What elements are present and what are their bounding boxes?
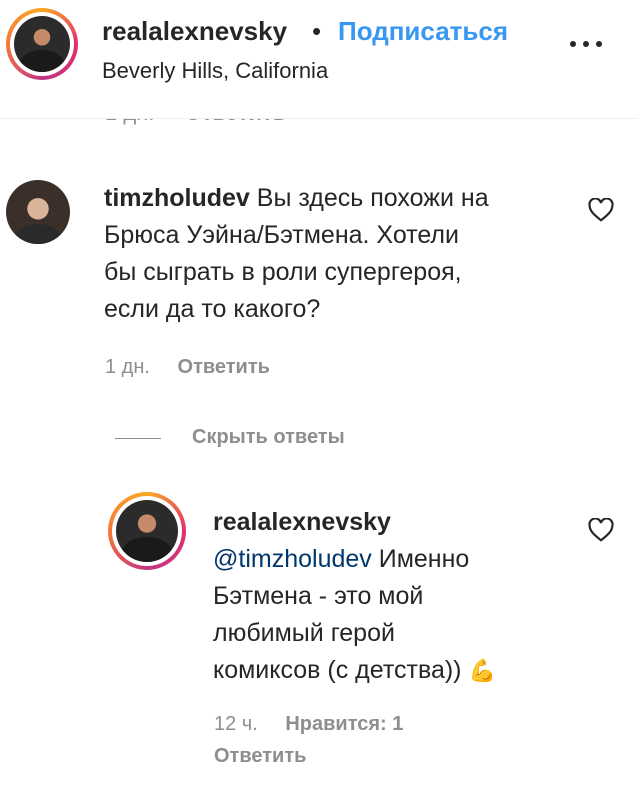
post-header: realalexnevsky • Подписаться Beverly Hil… bbox=[0, 0, 638, 119]
reply-meta: 12 ч. Нравится: 1 bbox=[214, 713, 403, 736]
reply-likes-count[interactable]: Нравится: 1 bbox=[285, 713, 403, 735]
like-comment-heart-icon[interactable] bbox=[588, 198, 614, 222]
reply-avatar[interactable] bbox=[108, 492, 186, 570]
comment-line-4: если да то какого? bbox=[104, 295, 321, 323]
comment-line-1: Вы здесь похожи на bbox=[256, 184, 489, 212]
reply-meta-second-row: Ответить bbox=[214, 745, 306, 768]
comment-line-2: Брюса Уэйна/Бэтмена. Хотели bbox=[104, 221, 459, 249]
reply-line-1-rest: Именно bbox=[371, 545, 470, 573]
reply-line-3: любимый герой bbox=[213, 619, 395, 647]
header-username[interactable]: realalexnevsky bbox=[102, 16, 287, 47]
hide-replies-button[interactable]: Скрыть ответы bbox=[192, 426, 345, 449]
reply-time: 12 ч. bbox=[214, 713, 258, 735]
hide-replies-line bbox=[115, 438, 161, 439]
follow-button[interactable]: Подписаться bbox=[338, 16, 508, 47]
reply-line-4: комиксов (с детства)) bbox=[213, 656, 462, 684]
reply-line-2: Бэтмена - это мой bbox=[213, 582, 424, 610]
header-location[interactable]: Beverly Hills, California bbox=[102, 58, 328, 84]
reply-text: realalexnevsky @timzholudev Именно Бэтме… bbox=[213, 504, 573, 689]
reply-mention-link[interactable]: @timzholudev bbox=[213, 545, 372, 573]
comment-username[interactable]: timzholudev bbox=[104, 184, 250, 212]
reply-reply-button[interactable]: Ответить bbox=[214, 745, 306, 767]
reply-username[interactable]: realalexnevsky bbox=[213, 508, 391, 536]
comment-line-3: бы сыграть в роли супергероя, bbox=[104, 258, 462, 286]
commenter-avatar[interactable] bbox=[6, 180, 70, 244]
more-options-icon[interactable] bbox=[568, 34, 604, 52]
header-avatar[interactable] bbox=[6, 8, 78, 80]
flexed-biceps-emoji: 💪 bbox=[468, 658, 496, 683]
comment-text: timzholudev Вы здесь похожи на Брюса Уэй… bbox=[104, 180, 564, 328]
comment-meta: 1 дн. Ответить bbox=[105, 356, 270, 379]
comment-reply-button[interactable]: Ответить bbox=[178, 356, 270, 378]
like-reply-heart-icon[interactable] bbox=[588, 518, 614, 542]
comment-time: 1 дн. bbox=[105, 356, 150, 378]
header-separator: • bbox=[312, 16, 322, 46]
